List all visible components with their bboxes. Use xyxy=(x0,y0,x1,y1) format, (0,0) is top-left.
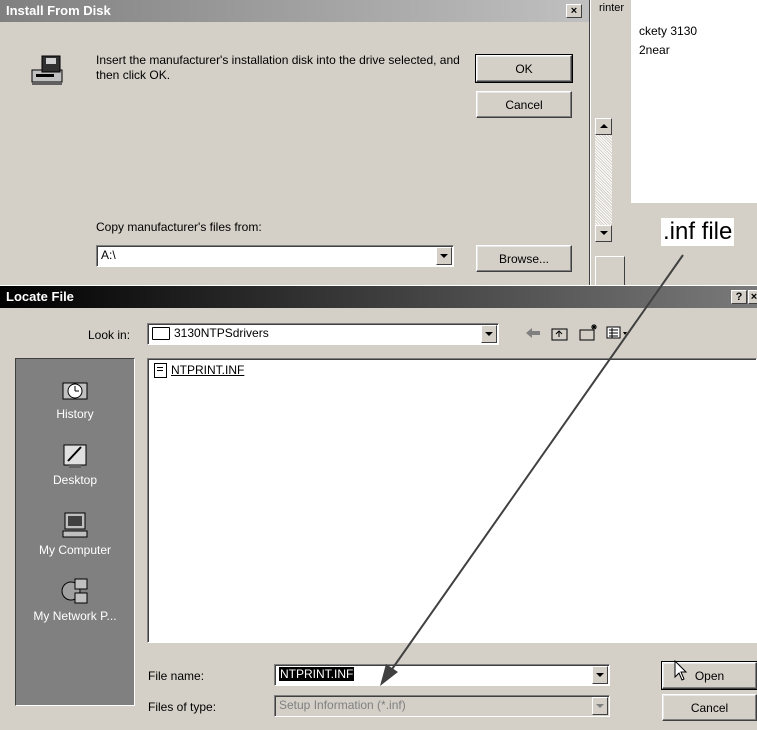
partial-button[interactable] xyxy=(595,256,625,286)
help-button[interactable]: ? xyxy=(731,290,747,304)
look-in-value[interactable]: 3130NTPSdrivers xyxy=(174,326,269,340)
annotation-label: .inf file xyxy=(661,218,735,246)
list-item[interactable]: ckety 3130 xyxy=(639,24,697,38)
dropdown-arrow-icon[interactable] xyxy=(592,666,608,684)
cancel-button[interactable]: Cancel xyxy=(662,694,757,721)
new-folder-icon[interactable] xyxy=(578,322,600,342)
place-label: My Computer xyxy=(38,543,112,557)
printer-list[interactable]: ckety 3130 2near xyxy=(631,0,757,203)
arrow-down-icon xyxy=(600,231,608,235)
install-dialog-title: Install From Disk xyxy=(6,3,111,18)
scroll-up-button[interactable] xyxy=(595,118,612,135)
place-history[interactable]: History xyxy=(16,365,134,429)
disk-drive-icon xyxy=(28,52,68,92)
file-name-label: File name: xyxy=(148,669,205,683)
install-from-disk-dialog: Install From Disk × Insert the manufactu… xyxy=(0,0,590,285)
look-in-label: Look in: xyxy=(88,328,131,342)
back-icon[interactable] xyxy=(524,324,542,342)
dropdown-arrow-icon[interactable] xyxy=(481,325,497,343)
scrollbar[interactable] xyxy=(595,118,612,242)
inf-file-icon xyxy=(154,363,167,379)
files-of-type-label: Files of type: xyxy=(148,700,217,714)
locate-dialog-close-button[interactable]: × xyxy=(748,290,757,304)
folder-icon xyxy=(152,327,170,341)
list-item[interactable]: 2near xyxy=(639,43,670,57)
file-item[interactable]: NTPRINT.INF xyxy=(154,363,244,379)
dropdown-arrow-icon[interactable] xyxy=(592,697,608,715)
scroll-track[interactable] xyxy=(595,135,612,225)
history-icon xyxy=(59,373,91,405)
install-dialog-titlebar: Install From Disk xyxy=(0,0,589,22)
locate-dialog-titlebar: Locate File xyxy=(0,286,757,308)
mouse-cursor-icon xyxy=(674,659,690,682)
copy-files-label: Copy manufacturer's files from: xyxy=(96,220,262,234)
printer-heading: rinter xyxy=(599,2,625,14)
file-name-combobox[interactable]: NTPRINT.INF xyxy=(274,664,610,686)
files-of-type-combobox[interactable]: Setup Information (*.inf) xyxy=(274,695,610,717)
file-list[interactable]: NTPRINT.INF xyxy=(147,358,757,643)
install-message: Insert the manufacturer's installation d… xyxy=(96,53,460,82)
my-computer-icon xyxy=(59,509,91,541)
cancel-button[interactable]: Cancel xyxy=(476,91,572,118)
place-label: History xyxy=(56,407,94,421)
place-desktop[interactable]: Desktop xyxy=(16,435,134,499)
install-dialog-close-button[interactable]: × xyxy=(566,4,582,18)
scroll-down-button[interactable] xyxy=(595,225,612,242)
ok-button[interactable]: OK xyxy=(475,54,573,83)
view-menu-icon[interactable] xyxy=(606,324,630,342)
desktop-icon xyxy=(59,439,91,471)
place-label: Desktop xyxy=(52,473,98,487)
source-path-combobox[interactable]: A:\ xyxy=(96,245,454,267)
locate-dialog-title: Locate File xyxy=(6,289,74,304)
network-places-icon xyxy=(59,575,91,607)
places-bar: History Desktop My Computer My Network P… xyxy=(15,358,135,706)
place-my-computer[interactable]: My Computer xyxy=(16,505,134,569)
look-in-combobox[interactable]: 3130NTPSdrivers xyxy=(147,323,499,345)
files-of-type-value[interactable]: Setup Information (*.inf) xyxy=(279,698,406,712)
source-path-value[interactable]: A:\ xyxy=(101,248,116,262)
background-window: rinter ckety 3130 2near xyxy=(590,0,757,290)
place-label: My Network P... xyxy=(33,609,117,623)
file-item-name[interactable]: NTPRINT.INF xyxy=(171,363,244,377)
file-name-value[interactable]: NTPRINT.INF xyxy=(279,667,355,681)
place-my-network[interactable]: My Network P... xyxy=(16,571,134,635)
browse-button[interactable]: Browse... xyxy=(476,245,572,272)
locate-file-dialog: Locate File ? × Look in: 3130NTPSdrivers… xyxy=(0,285,757,730)
open-button-label[interactable]: Open xyxy=(695,669,724,683)
up-folder-icon[interactable] xyxy=(550,324,570,342)
arrow-up-icon xyxy=(600,124,608,128)
dropdown-arrow-icon[interactable] xyxy=(436,247,452,265)
